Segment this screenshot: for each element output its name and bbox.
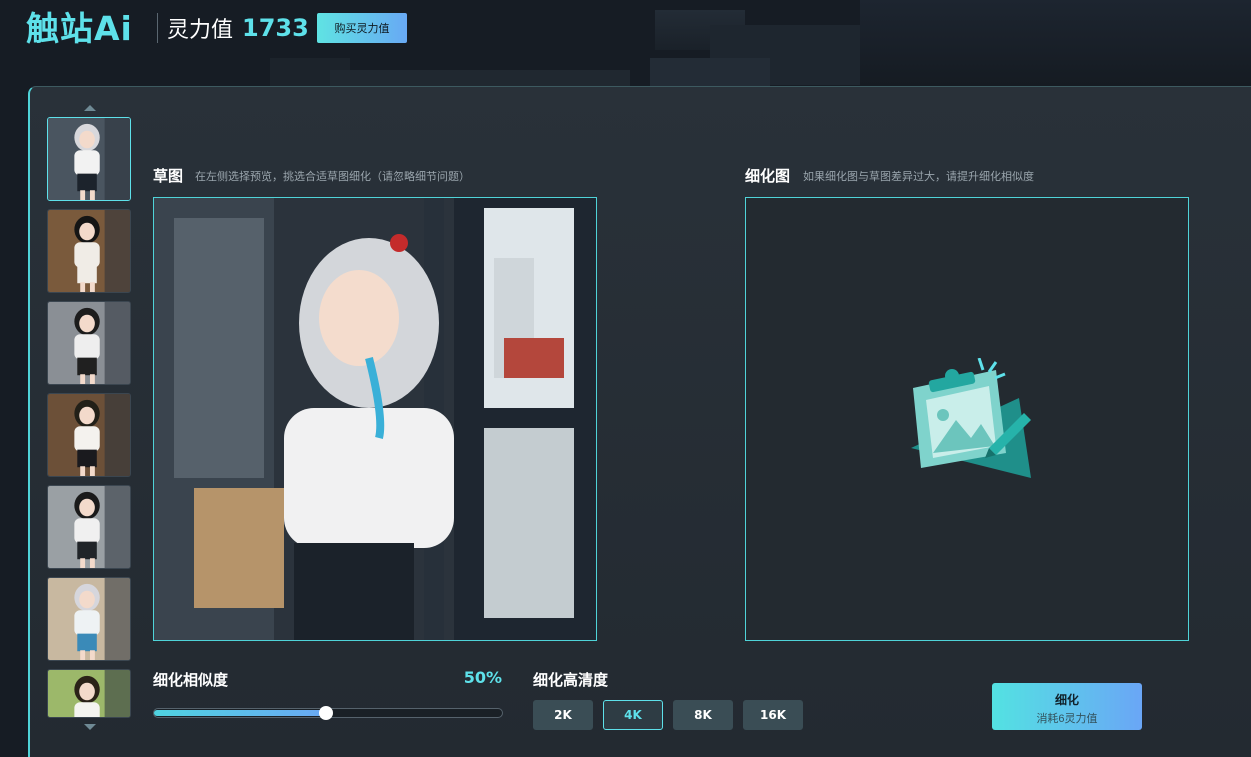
resolution-16k-button[interactable]: 16K	[743, 700, 803, 730]
thumbnail-image	[48, 118, 130, 200]
refine-button-label: 细化	[1054, 693, 1079, 707]
thumbnail-item[interactable]	[47, 301, 131, 385]
points-value: 1733	[242, 14, 309, 42]
similarity-value: 50%	[463, 668, 502, 687]
thumbnail-scroll-up-icon[interactable]	[84, 105, 96, 111]
app-logo[interactable]: 触站Ai	[26, 6, 133, 48]
refine-preview	[745, 197, 1189, 641]
resolution-8k-button[interactable]: 8K	[673, 700, 733, 730]
thumbnail-item[interactable]	[47, 393, 131, 477]
thumbnail-item[interactable]	[47, 117, 131, 201]
thumbnail-item[interactable]	[47, 577, 131, 661]
thumbnail-item[interactable]	[47, 485, 131, 569]
header-divider	[157, 13, 158, 43]
image-edit-icon	[911, 358, 1031, 478]
thumbnail-image	[48, 578, 130, 660]
resolution-4k-button[interactable]: 4K	[603, 700, 663, 730]
thumbnail-image	[48, 486, 130, 568]
sketch-image	[154, 198, 596, 640]
similarity-slider-fill	[154, 710, 327, 716]
refine-cost-label: 消耗6灵力值	[1036, 713, 1098, 725]
sketch-hint: 在左侧选择预览，挑选合适草图细化（请忽略细节问题）	[195, 170, 470, 183]
resolution-label: 细化高清度	[533, 671, 609, 689]
sketch-title: 草图	[153, 167, 184, 185]
similarity-slider-handle[interactable]	[319, 706, 333, 720]
thumbnail-image	[48, 394, 130, 476]
thumbnail-scroll-down-icon[interactable]	[84, 724, 96, 730]
resolution-2k-button[interactable]: 2K	[533, 700, 593, 730]
thumbnail-item[interactable]	[47, 209, 131, 293]
refine-button[interactable]: 细化 消耗6灵力值	[992, 683, 1142, 730]
similarity-label: 细化相似度	[153, 671, 229, 689]
buy-points-button[interactable]: 购买灵力值	[317, 13, 407, 43]
refine-title: 细化图	[745, 167, 791, 185]
points-label: 灵力值	[167, 18, 234, 43]
thumbnail-image	[48, 302, 130, 384]
thumbnail-image	[48, 210, 130, 292]
refine-hint: 如果细化图与草图差异过大，请提升细化相似度	[803, 170, 1034, 183]
thumbnail-item[interactable]	[47, 669, 131, 718]
sketch-preview[interactable]	[153, 197, 597, 641]
top-bar: 触站Ai 灵力值 1733 购买灵力值	[0, 0, 1251, 56]
thumbnail-image	[48, 670, 130, 717]
